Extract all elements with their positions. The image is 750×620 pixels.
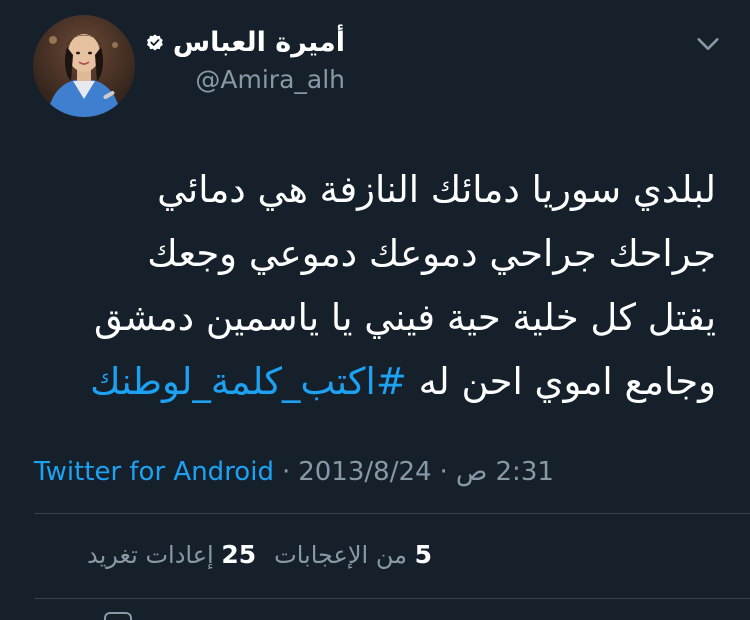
- tweet-line-4-text: وجامع اموي احن له: [406, 360, 716, 403]
- tweet-header: أميرة العباس @Amira_alh: [0, 10, 750, 120]
- tweet-meta: Twitter for Android · 2013/8/24 · 2:31 ص: [34, 452, 724, 492]
- tweet-line-4: وجامع اموي احن له #اكتب_كلمة_لوطنك: [26, 350, 716, 414]
- name-row: أميرة العباس: [145, 26, 345, 60]
- tweet-time: 2:31 ص: [455, 457, 554, 487]
- likes-count: 5: [414, 540, 432, 569]
- likes-stat[interactable]: 5 من الإعجابات: [274, 540, 432, 569]
- divider-top: [34, 513, 750, 514]
- meta-separator-1: ·: [281, 457, 291, 487]
- likes-label: من الإعجابات: [274, 541, 407, 569]
- reply-icon[interactable]: [104, 612, 132, 620]
- retweets-stat[interactable]: 25 إعادات تغريد: [87, 540, 257, 569]
- tweet-line-3: يقتل كل خلية حية فيني يا ياسمين دمشق: [93, 296, 716, 339]
- divider-bottom: [34, 598, 750, 599]
- user-info[interactable]: أميرة العباس @Amira_alh: [145, 26, 345, 106]
- retweets-label: إعادات تغريد: [87, 541, 214, 569]
- tweet-stats: 5 من الإعجابات 25 إعادات تغريد: [87, 535, 432, 575]
- tweet-card: أميرة العباس @Amira_alh لبلدي سوريا دمائ…: [0, 0, 750, 620]
- tweet-line-1: لبلدي سوريا دمائك النازفة هي دمائي: [157, 168, 716, 211]
- tweet-date: 2013/8/24: [298, 457, 432, 487]
- display-name[interactable]: أميرة العباس: [173, 26, 345, 60]
- chevron-down-icon[interactable]: [694, 30, 722, 58]
- source-link[interactable]: Twitter for Android: [34, 457, 274, 487]
- avatar[interactable]: [33, 15, 135, 117]
- hashtag-link[interactable]: #اكتب_كلمة_لوطنك: [90, 360, 407, 403]
- retweets-count: 25: [221, 540, 257, 569]
- tweet-line-2: جراحك جراحي دموعك دموعي وجعك: [147, 232, 716, 275]
- meta-separator-2: ·: [439, 457, 448, 487]
- verified-badge-icon: [146, 34, 163, 51]
- tweet-body: لبلدي سوريا دمائك النازفة هي دمائي جراحك…: [26, 158, 716, 414]
- avatar-image: [33, 15, 135, 117]
- user-handle[interactable]: @Amira_alh: [145, 60, 345, 100]
